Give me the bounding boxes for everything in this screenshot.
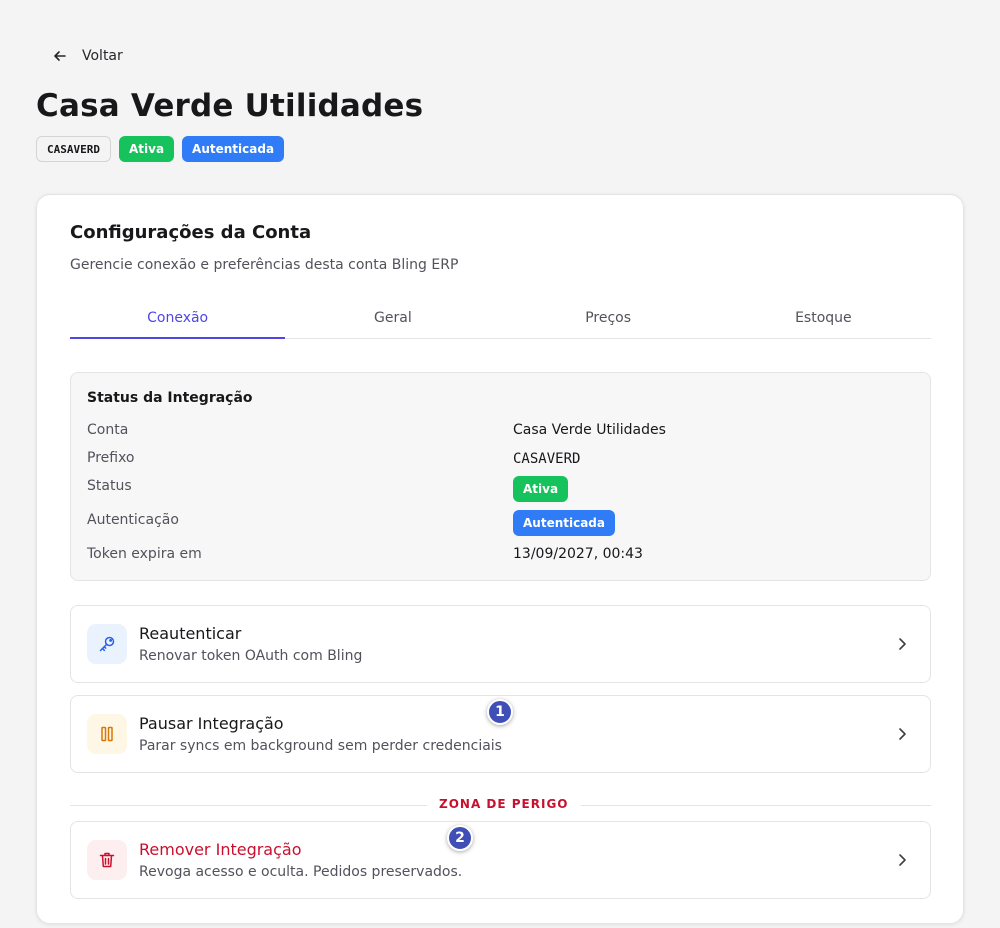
pause-integration-description: Parar syncs em background sem perder cre… xyxy=(139,738,502,754)
tab-estoque[interactable]: Estoque xyxy=(716,299,931,338)
pause-integration-title: Pausar Integração xyxy=(139,714,284,733)
arrow-left-icon xyxy=(54,51,66,61)
integration-status-panel: Status da Integração Conta Casa Verde Ut… xyxy=(70,372,931,581)
key-icon xyxy=(87,624,127,664)
status-badge: Ativa xyxy=(118,136,175,162)
remove-integration-description: Revoga acesso e oculta. Pedidos preserva… xyxy=(139,864,463,880)
reauthenticate-action[interactable]: Reautenticar Renovar token OAuth com Bli… xyxy=(70,605,931,683)
prefix-label: Prefixo xyxy=(87,450,135,466)
auth-value-badge: Autenticada xyxy=(513,510,615,536)
back-label: Voltar xyxy=(82,48,123,64)
token-expiry-value: 13/09/2027, 00:43 xyxy=(513,546,643,562)
chevron-right-icon xyxy=(899,854,906,866)
prefix-value: CASAVERD xyxy=(513,451,581,467)
chevron-right-icon xyxy=(899,728,906,740)
annotation-marker-2: 2 xyxy=(447,825,473,851)
account-code-badge: CASAVERD xyxy=(36,136,111,162)
account-settings-card: Configurações da Conta Gerencie conexão … xyxy=(36,194,964,924)
tab-bar: Conexão Geral Preços Estoque xyxy=(70,299,931,339)
reauthenticate-title: Reautenticar xyxy=(139,624,242,643)
danger-zone-label: ZONA DE PERIGO xyxy=(427,797,581,811)
account-value: Casa Verde Utilidades xyxy=(513,422,666,438)
page-title: Casa Verde Utilidades xyxy=(36,88,424,124)
auth-badge: Autenticada xyxy=(182,136,285,162)
header-badges: CASAVERD Ativa Autenticada xyxy=(36,136,285,162)
remove-integration-title: Remover Integração xyxy=(139,840,302,859)
account-label: Conta xyxy=(87,422,129,438)
tab-geral[interactable]: Geral xyxy=(285,299,500,338)
remove-integration-action[interactable]: Remover Integração Revoga acesso e ocult… xyxy=(70,821,931,899)
chevron-right-icon xyxy=(899,638,906,650)
auth-label: Autenticação xyxy=(87,512,179,528)
pause-icon xyxy=(87,714,127,754)
annotation-marker-1: 1 xyxy=(487,699,513,725)
token-expiry-label: Token expira em xyxy=(87,546,202,562)
tab-conexao[interactable]: Conexão xyxy=(70,299,286,339)
tab-precos[interactable]: Preços xyxy=(501,299,716,338)
status-panel-title: Status da Integração xyxy=(87,390,253,406)
reauthenticate-description: Renovar token OAuth com Bling xyxy=(139,648,363,664)
status-value-badge: Ativa xyxy=(513,476,569,502)
status-label: Status xyxy=(87,478,132,494)
trash-icon xyxy=(87,840,127,880)
card-subtitle: Gerencie conexão e preferências desta co… xyxy=(70,257,459,273)
back-button[interactable]: Voltar xyxy=(52,44,123,68)
card-title: Configurações da Conta xyxy=(70,222,312,243)
